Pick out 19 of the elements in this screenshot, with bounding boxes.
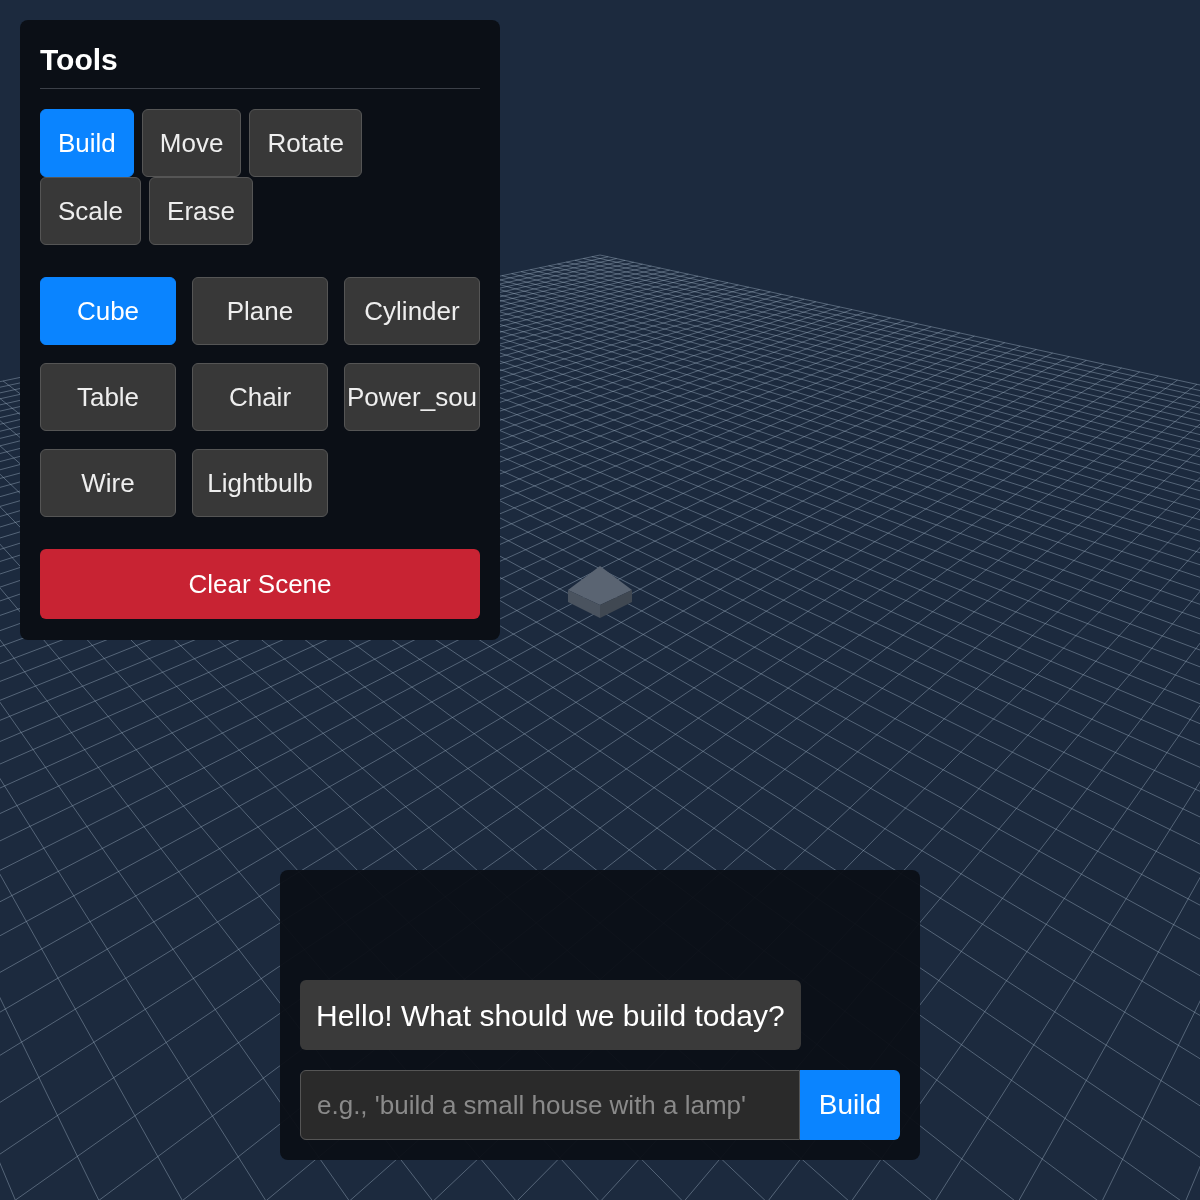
mode-button[interactable]: Erase xyxy=(149,177,253,245)
chat-message: Hello! What should we build today? xyxy=(300,980,801,1050)
object-button[interactable]: Cylinder xyxy=(344,277,480,345)
panel-title: Tools xyxy=(40,40,480,89)
object-button[interactable]: Cube xyxy=(40,277,176,345)
object-button[interactable]: Wire xyxy=(40,449,176,517)
prompt-input[interactable]: e.g., 'build a small house with a lamp' xyxy=(300,1070,800,1140)
cube-drawing xyxy=(568,566,632,618)
mode-button[interactable]: Build xyxy=(40,109,134,177)
mode-button[interactable]: Scale xyxy=(40,177,142,245)
object-button[interactable]: Lightbulb xyxy=(192,449,328,517)
build-button[interactable]: Build xyxy=(800,1070,900,1140)
object-button[interactable]: Chair xyxy=(192,363,328,431)
mode-button[interactable]: Rotate xyxy=(249,109,362,177)
object-button[interactable]: Power_sou xyxy=(344,363,480,431)
object-button[interactable]: Table xyxy=(40,363,176,431)
mode-button[interactable]: Move xyxy=(141,109,242,177)
clear-scene-button[interactable]: Clear Scene xyxy=(40,549,480,619)
object-button[interactable]: Plane xyxy=(192,277,328,345)
